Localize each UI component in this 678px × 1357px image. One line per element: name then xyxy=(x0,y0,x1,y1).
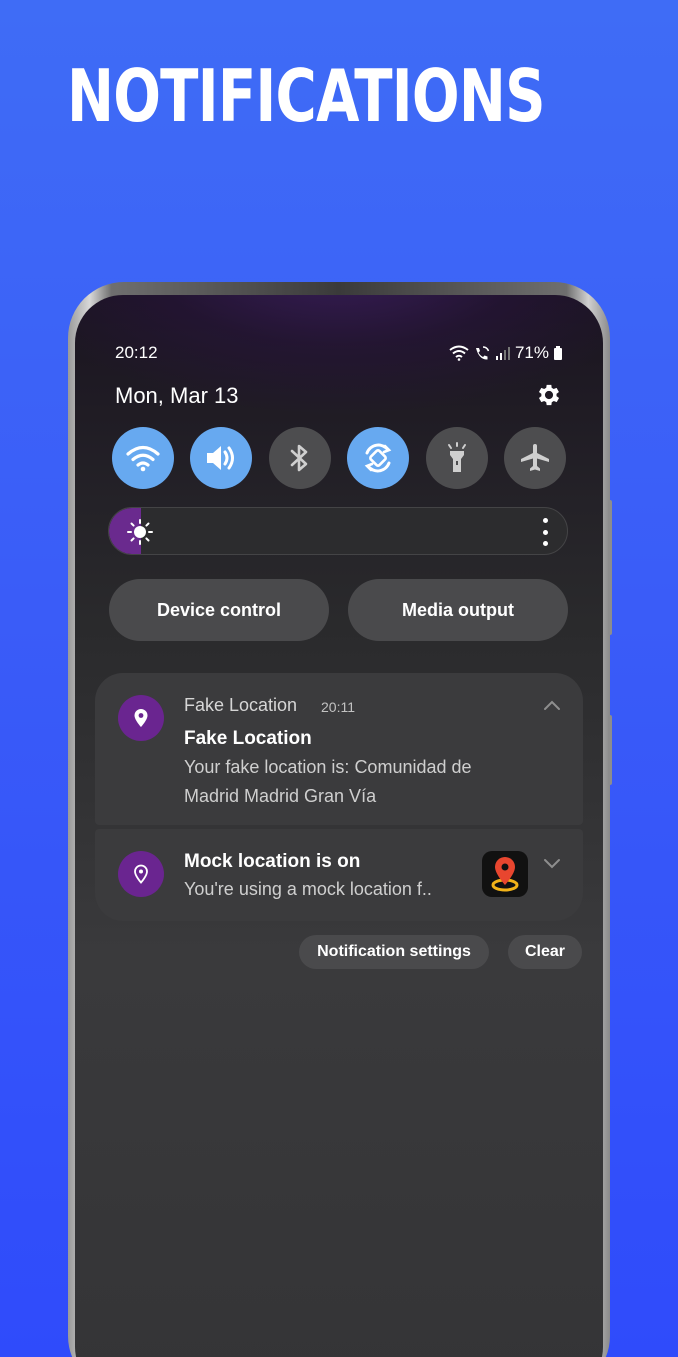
notification-fake-location[interactable]: Fake Location 20:11 Fake Location Your f… xyxy=(95,673,583,825)
cell-signal-icon xyxy=(495,347,510,360)
quick-toggle-flashlight[interactable] xyxy=(425,427,488,489)
wifi-calling-icon xyxy=(475,346,490,360)
more-options-icon[interactable] xyxy=(541,518,549,546)
quick-toggle-bluetooth[interactable] xyxy=(268,427,331,489)
quick-toggle-airplane-mode[interactable] xyxy=(503,427,566,489)
notification-time: 20:11 xyxy=(321,699,355,715)
location-outline-icon xyxy=(118,851,164,897)
notification-body-line: Your fake location is: Comunidad de xyxy=(184,757,472,777)
auto-rotate-icon xyxy=(364,443,392,473)
device-control-button[interactable]: Device control xyxy=(109,579,329,641)
notification-body: Your fake location is: Comunidad de Madr… xyxy=(184,753,534,811)
notification-title: Mock location is on xyxy=(184,851,361,872)
battery-percent: 71% xyxy=(514,343,549,362)
quick-toggle-sound[interactable] xyxy=(190,427,253,489)
media-output-button[interactable]: Media output xyxy=(348,579,568,641)
airplane-icon xyxy=(520,444,549,471)
phone-side-button xyxy=(608,500,612,635)
notification-settings-button[interactable]: Notification settings xyxy=(299,935,489,969)
flashlight-icon xyxy=(447,442,466,472)
clear-button[interactable]: Clear xyxy=(508,935,582,969)
status-bar: 20:12 71% xyxy=(115,343,563,365)
quick-toggle-wifi[interactable] xyxy=(112,427,174,489)
brightness-slider[interactable] xyxy=(108,507,568,555)
quick-toggle-auto-rotate[interactable] xyxy=(347,427,410,489)
chevron-up-icon[interactable] xyxy=(543,699,561,711)
notification-body-line: Madrid Madrid Gran Vía xyxy=(184,786,377,806)
phone-side-button xyxy=(608,715,612,785)
brightness-sun-icon xyxy=(127,519,153,545)
date-row: Mon, Mar 13 xyxy=(115,381,563,411)
notification-title: Fake Location xyxy=(184,728,312,749)
fake-location-app-icon xyxy=(482,851,528,897)
battery-icon xyxy=(554,346,562,360)
notification-app-name: Fake Location xyxy=(184,695,298,715)
location-pin-icon xyxy=(118,695,164,741)
status-time: 20:12 xyxy=(115,343,158,362)
notification-panel: 20:12 71% Mon, Mar 13 Device control Med… xyxy=(75,295,603,1357)
panel-date: Mon, Mar 13 xyxy=(115,383,239,408)
wifi-icon xyxy=(126,445,160,472)
notification-mock-location[interactable]: Mock location is on You're using a mock … xyxy=(95,829,583,921)
bluetooth-icon xyxy=(290,444,308,472)
page-headline: NOTIFICATIONS xyxy=(67,54,546,138)
quick-settings-row xyxy=(112,427,566,489)
settings-gear-icon[interactable] xyxy=(535,381,563,409)
chevron-down-icon[interactable] xyxy=(543,857,561,869)
wifi-signal-icon xyxy=(449,345,469,361)
volume-icon xyxy=(207,446,235,470)
